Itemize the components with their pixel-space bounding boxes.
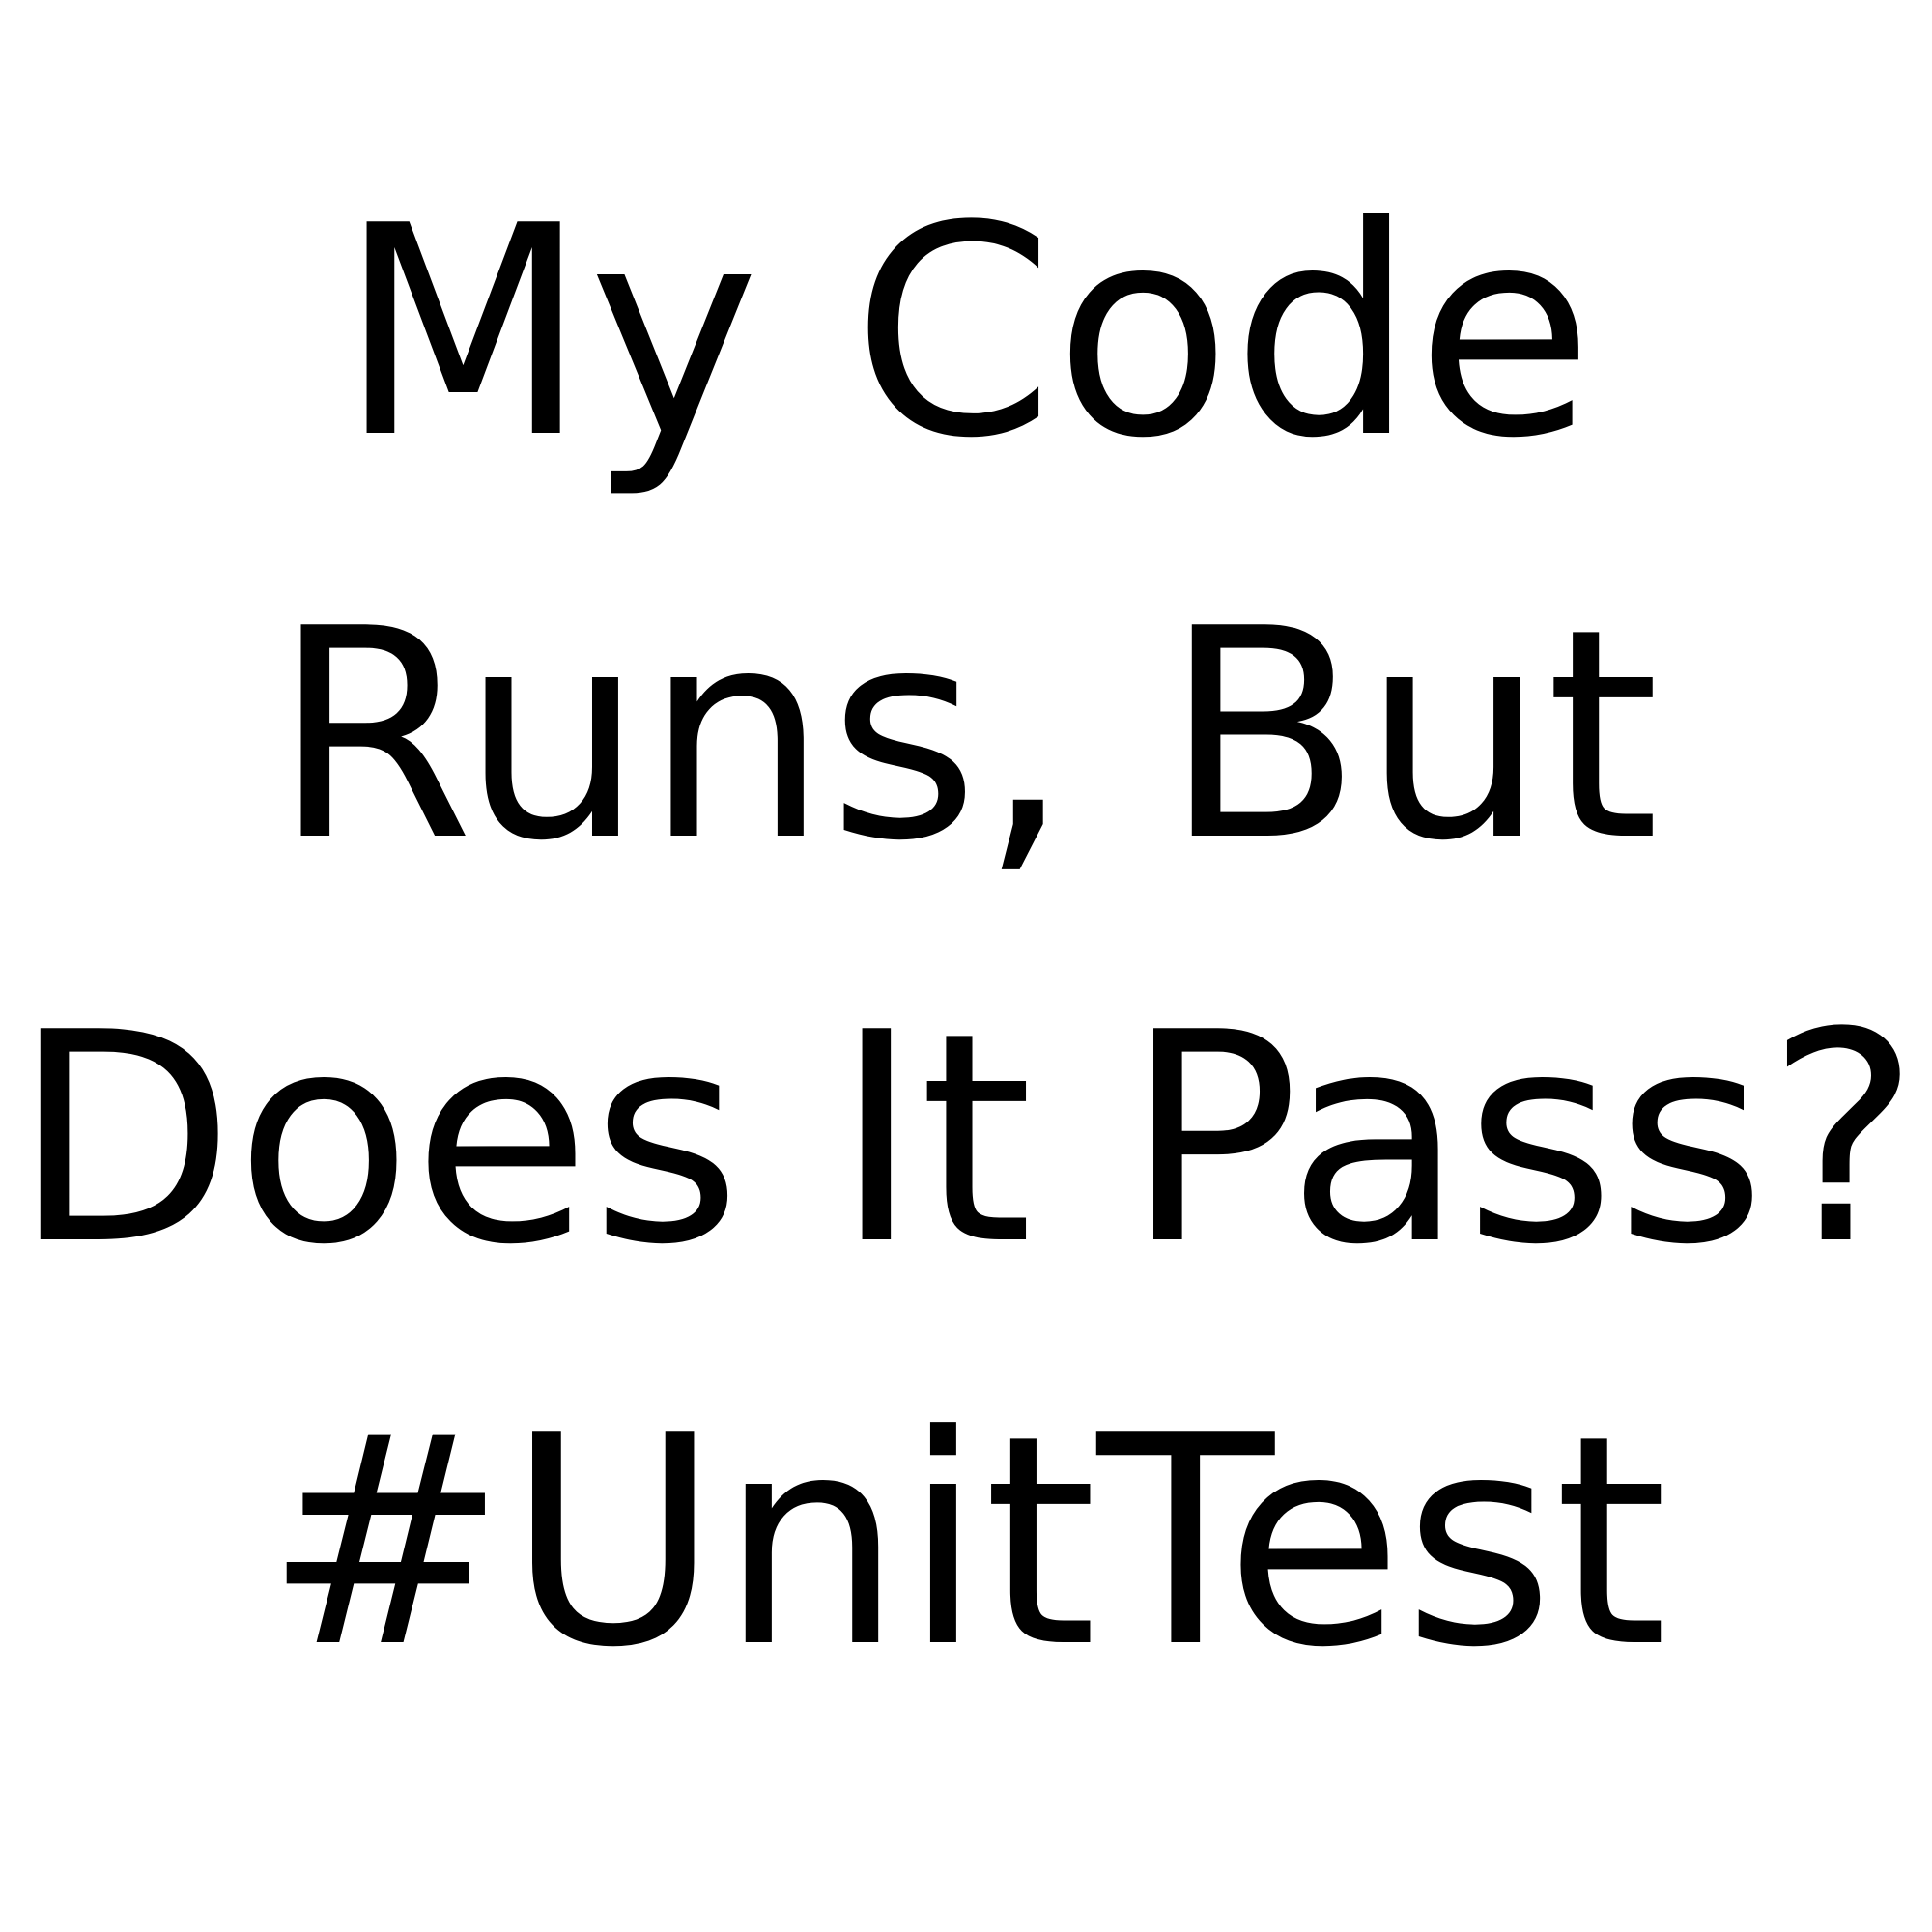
caption-block: My Code Runs, But Does It Pass? #UnitTes… [0,0,1932,1932]
caption-line-2: Runs, But [272,567,1660,904]
caption-line-1: My Code [338,164,1594,501]
caption-line-3: Does It Pass? [12,971,1920,1308]
caption-line-4: #UnitTest [264,1374,1668,1711]
